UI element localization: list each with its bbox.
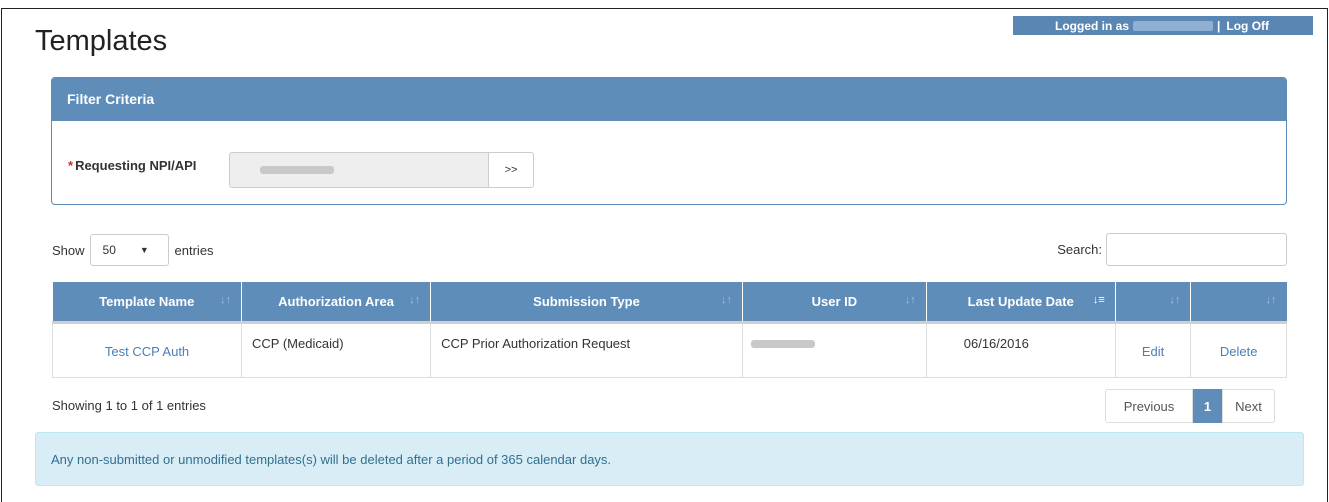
entries-value: 50 [102,243,116,257]
page-1-button[interactable]: 1 [1193,389,1222,423]
show-label: Show [52,242,85,258]
cell-submission-type: CCP Prior Authorization Request [430,321,743,378]
cell-authorization-area: CCP (Medicaid) [241,321,432,378]
filter-panel-title: Filter Criteria [52,78,1286,121]
page-title: Templates [35,25,168,57]
sort-desc-icon: ↓≡ [1092,294,1105,306]
cell-template-name: Test CCP Auth [51,321,243,378]
table-header-row: Template Name ↓↑ Authorization Area ↓↑ Sub… [52,282,1287,324]
templates-table: Template Name ↓↑ Authorization Area ↓↑ Sub… [51,282,1287,378]
column-header-submission-type[interactable]: Submission Type ↓↑ [430,282,743,324]
sort-icon: ↓↑ [1169,294,1181,306]
search-label: Search: [1057,242,1102,257]
search-box: Search: [1057,233,1287,266]
previous-button[interactable]: Previous [1105,389,1193,423]
table-row: Test CCP Auth CCP (Medicaid) CCP Prior A… [51,321,1287,378]
npi-label: * Requesting NPI/API [68,158,196,173]
required-marker: * [68,158,74,173]
edit-link[interactable]: Edit [1142,344,1164,359]
sort-icon: ↓↑ [220,294,232,306]
npi-label-text: Requesting NPI/API [75,158,197,173]
cell-user-id [741,321,927,378]
next-button[interactable]: Next [1222,389,1275,423]
sort-icon: ↓↑ [720,294,732,306]
column-header-user-id[interactable]: User ID ↓↑ [742,282,927,324]
cell-edit: Edit [1114,321,1192,378]
user-id-redacted [750,339,815,348]
column-header-edit[interactable]: ↓↑ [1115,282,1192,324]
npi-value-redacted [260,166,334,174]
cell-last-update-date: 06/16/2016 [925,321,1116,378]
dropdown-arrow-icon: ▼ [139,245,149,255]
column-header-template-name[interactable]: Template Name ↓↑ [52,282,243,324]
pagination: Previous 1 Next [1105,389,1275,423]
sort-icon: ↓↑ [904,294,916,306]
logged-in-label: Logged in as [1055,18,1130,33]
cell-delete: Delete [1190,321,1287,378]
show-entries: Show 50 ▼ entries [52,234,214,266]
showing-info: Showing 1 to 1 of 1 entries [52,398,206,413]
column-header-last-update-date[interactable]: Last Update Date ↓≡ [926,282,1116,324]
entries-label: entries [174,242,214,258]
npi-go-button[interactable]: >> [488,152,534,188]
filter-criteria-panel: Filter Criteria * Requesting NPI/API >> [51,77,1287,205]
entries-select[interactable]: 50 ▼ [89,234,169,266]
deletion-notice: Any non-submitted or unmodified template… [35,432,1304,486]
column-header-delete[interactable]: ↓↑ [1190,282,1287,324]
delete-link[interactable]: Delete [1220,344,1258,359]
user-bar: Logged in as | Log Off [1013,16,1313,35]
logoff-link[interactable]: Log Off [1226,19,1269,33]
userbar-separator: | [1217,18,1221,33]
search-input[interactable] [1106,233,1287,266]
npi-input[interactable] [229,152,489,188]
sort-icon: ↓↑ [409,294,421,306]
column-header-authorization-area[interactable]: Authorization Area ↓↑ [241,282,432,324]
sort-icon: ↓↑ [1265,294,1277,306]
username-redacted [1133,20,1214,31]
template-name-link[interactable]: Test CCP Auth [105,344,189,359]
